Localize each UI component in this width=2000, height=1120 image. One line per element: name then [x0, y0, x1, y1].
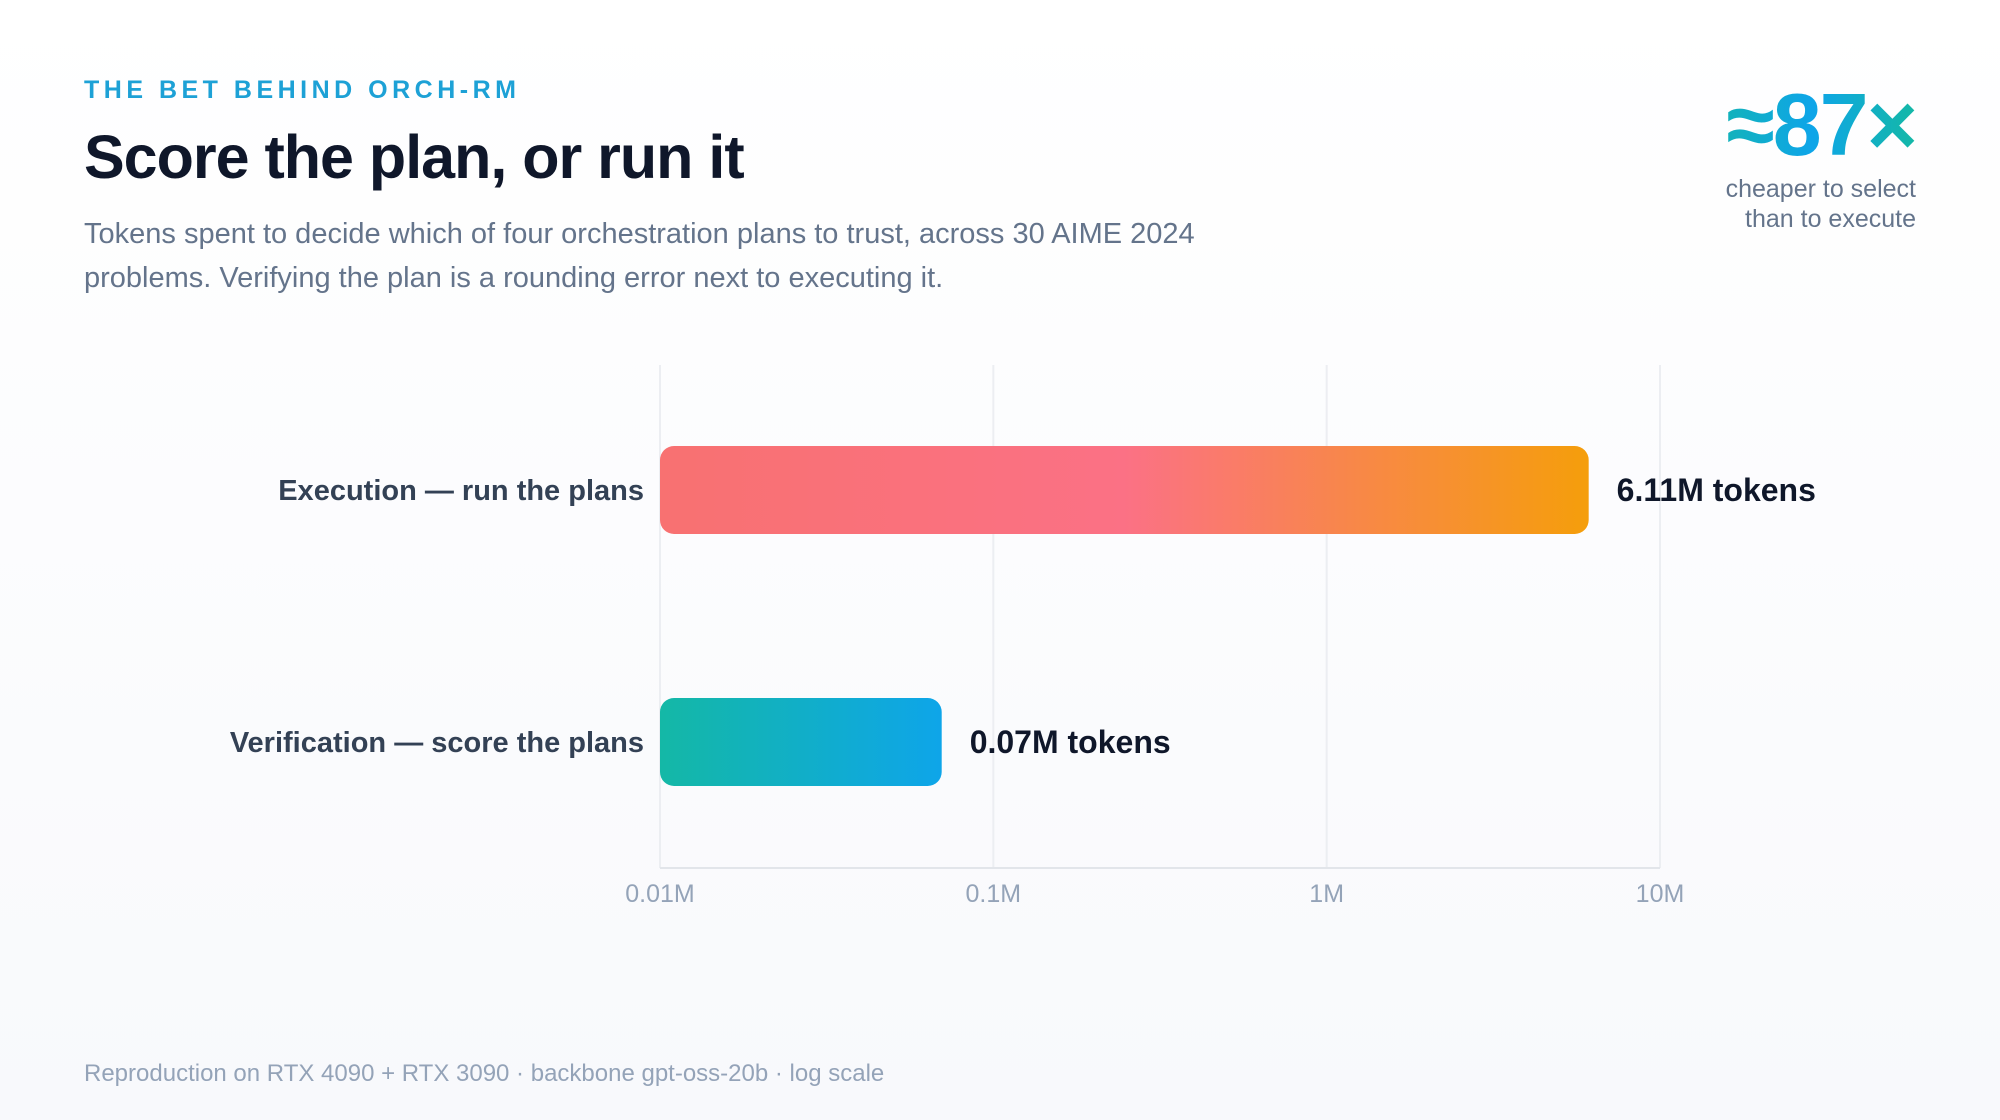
bar-verification: [660, 698, 942, 786]
grid-lines: [659, 365, 1661, 869]
category-label: Execution — run the plans: [278, 475, 644, 507]
tick-label: 0.1M: [966, 880, 1022, 908]
value-label: 6.11M tokens: [1617, 472, 1816, 508]
tick-label: 1M: [1309, 880, 1344, 908]
value-label: 0.07M tokens: [970, 724, 1171, 760]
x-axis-ticks: 0.01M 0.1M 1M 10M: [625, 880, 1684, 908]
bar-execution: [660, 446, 1589, 534]
tick-label: 10M: [1636, 880, 1685, 908]
tick-label: 0.01M: [625, 880, 694, 908]
bar-chart: 0.01M 0.1M 1M 10M Execution — run the plans…: [230, 365, 1816, 908]
footer-note: Reproduction on RTX 4090 + RTX 3090 · ba…: [84, 1060, 885, 1087]
category-label: Verification — score the plans: [230, 727, 644, 759]
